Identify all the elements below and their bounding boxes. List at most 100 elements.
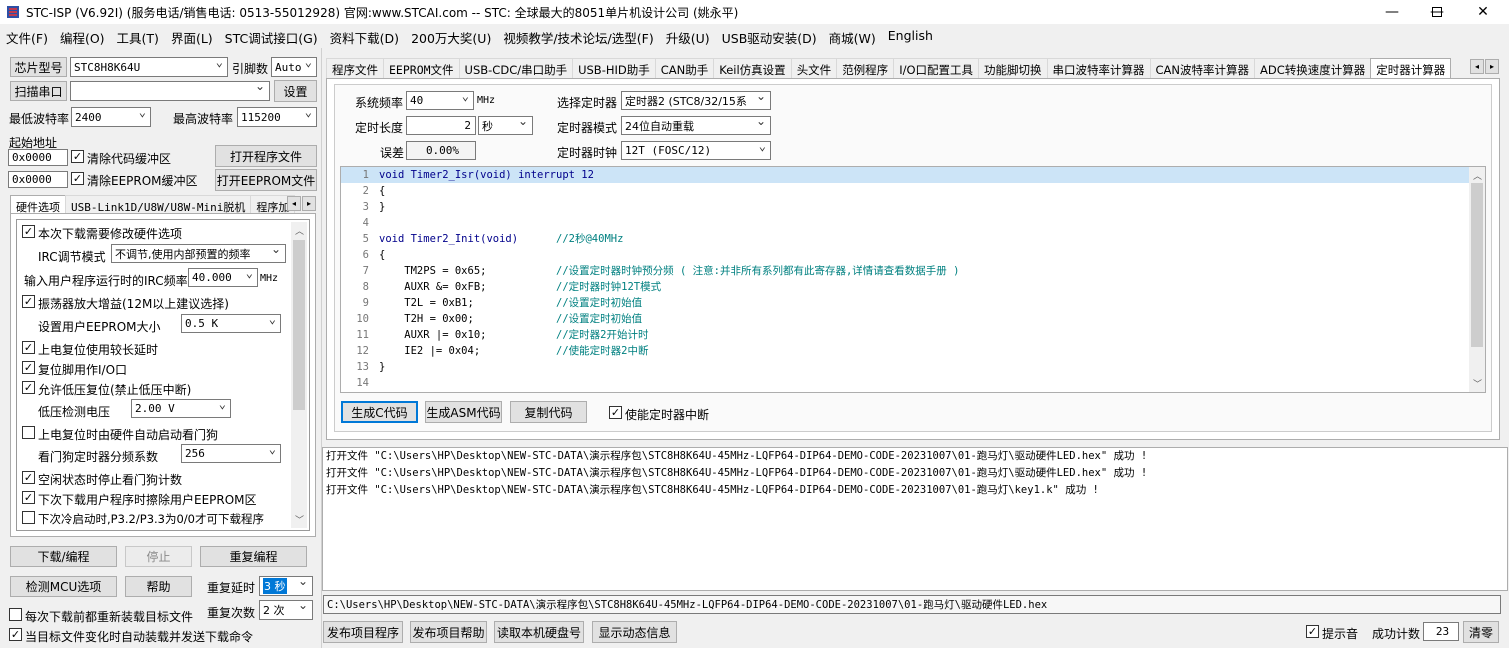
maximize-button[interactable] [1414,0,1460,24]
tab-usb-hid[interactable]: USB-HID助手 [572,58,656,80]
menu-interface[interactable]: 界面(L) [165,26,219,46]
download-program-button[interactable]: 下载/编程 [10,546,117,567]
sound-checkbox[interactable] [1306,625,1319,638]
clear-count-button[interactable]: 清零 [1463,621,1499,643]
settings-button[interactable]: 设置 [274,80,317,102]
scroll-up-icon[interactable]: ︿ [295,224,304,237]
scroll-thumb[interactable] [293,240,305,410]
close-button[interactable]: ✕ [1460,0,1506,24]
menu-video-forum[interactable]: 视频教学/技术论坛/选型(F) [497,26,659,46]
reset-pin-io-checkbox[interactable] [22,361,35,374]
tab-scroll-right-icon[interactable]: ▸ [302,196,316,211]
minimize-button[interactable]: — [1369,0,1415,24]
timer-select[interactable]: 定时器2 (STC8/32/15系 [621,91,771,110]
detect-mcu-options-button[interactable]: 检测MCU选项 [10,576,117,597]
tab-can-helper[interactable]: CAN助手 [654,58,715,80]
menu-downloads[interactable]: 资料下载(D) [324,26,405,46]
scroll-down-icon[interactable]: ﹀ [295,513,304,526]
clear-code-checkbox[interactable] [71,150,84,163]
right-tab-scroll-left-icon[interactable]: ◂ [1470,59,1484,74]
repeat-count-select[interactable]: 2 次 [259,600,313,620]
repeat-delay-select[interactable]: 3 秒 [259,576,313,596]
generate-asm-code-button[interactable]: 生成ASM代码 [425,401,502,423]
open-program-file-button[interactable]: 打开程序文件 [215,145,317,167]
options-scrollbar[interactable]: ︿ ﹀ [291,222,307,528]
irc-mode-select[interactable]: 不调节,使用内部预置的频率 [111,244,286,263]
menu-debug-interface[interactable]: STC调试接口(G) [219,26,324,46]
power-reset-delay-checkbox[interactable] [22,341,35,354]
chip-type-select[interactable]: STC8H8K64U [70,57,228,77]
low-voltage-reset-checkbox[interactable] [22,381,35,394]
menu-usb-driver[interactable]: USB驱动安装(D) [716,26,823,46]
menu-store[interactable]: 商城(W) [823,26,882,46]
right-tab-scroll-right-icon[interactable]: ▸ [1485,59,1499,74]
min-baud-select[interactable]: 2400 [71,107,151,127]
max-baud-select[interactable]: 115200 [237,107,317,127]
menu-file[interactable]: 文件(F) [0,26,54,46]
port-select[interactable] [70,81,270,101]
timer-mode-select[interactable]: 24位自动重载 [621,116,771,135]
auto-watchdog-checkbox[interactable] [22,426,35,439]
code-scroll-up-icon[interactable]: ︿ [1473,169,1482,182]
generated-code-editor[interactable]: 1 void Timer2_Isr(void) interrupt 12 2{3} 4… [340,166,1486,393]
tab-scroll-left-icon[interactable]: ◂ [287,196,301,211]
tab-timer-calc[interactable]: 定时器计算器 [1370,58,1452,80]
menu-program[interactable]: 编程(O) [54,26,111,46]
code-scroll-down-icon[interactable]: ﹀ [1473,377,1482,390]
clear-eeprom-checkbox[interactable] [71,172,84,185]
code-start-address-input[interactable]: 0x0000 [8,149,68,166]
cold-start-condition-checkbox[interactable] [22,511,35,524]
menu-upgrade[interactable]: 升级(U) [660,26,716,46]
timer-length-unit-select[interactable]: 秒 [478,116,533,135]
timer-clock-select[interactable]: 12T (FOSC/12) [621,141,771,160]
tab-usb-cdc[interactable]: USB-CDC/串口助手 [458,58,574,80]
log-line: 打开文件 "C:\Users\HP\Desktop\NEW-STC-DATA\演… [326,484,1099,496]
tab-uart-baud-calc[interactable]: 串口波特率计算器 [1046,58,1151,80]
cold-start-condition-label: 下次冷启动时,P3.2/P3.3为0/0才可下载程序 [38,512,264,526]
reload-each-checkbox[interactable] [9,608,22,621]
menu-tools[interactable]: 工具(T) [111,26,165,46]
eeprom-size-select[interactable]: 0.5 K [181,314,281,333]
erase-eeprom-checkbox[interactable] [22,491,35,504]
tab-program-file[interactable]: 程序文件 [326,58,384,80]
scan-port-button[interactable]: 扫描串口 [10,81,67,101]
code-comment: //设置定时初始值 [556,297,643,309]
lvd-voltage-select[interactable]: 2.00 V [131,399,231,418]
output-log[interactable]: 打开文件 "C:\Users\HP\Desktop\NEW-STC-DATA\演… [322,447,1508,591]
eeprom-start-address-input[interactable]: 0x0000 [8,171,68,188]
code-scroll-thumb[interactable] [1471,183,1483,347]
menu-english[interactable]: English [882,26,939,46]
show-dynamic-info-button[interactable]: 显示动态信息 [592,621,677,643]
tab-adc-speed-calc[interactable]: ADC转换速度计算器 [1254,58,1372,80]
code-text: AUXR |= 0x10; //定时器2开始计时 [375,327,648,343]
copy-code-button[interactable]: 复制代码 [510,401,587,423]
tab-examples[interactable]: 范例程序 [836,58,895,80]
code-scrollbar[interactable]: ︿ ﹀ [1469,167,1485,392]
tab-keil-sim[interactable]: Keil仿真设置 [713,58,792,80]
menu-prize[interactable]: 200万大奖(U) [405,26,497,46]
enable-timer-interrupt-checkbox[interactable] [609,406,622,419]
read-disk-id-button[interactable]: 读取本机硬盘号 [494,621,584,643]
auto-send-checkbox[interactable] [9,628,22,641]
help-button[interactable]: 帮助 [125,576,192,597]
publish-project-button[interactable]: 发布项目程序 [323,621,403,643]
tab-can-baud-calc[interactable]: CAN波特率计算器 [1149,58,1256,80]
pins-select[interactable]: Auto [271,57,317,77]
tab-eeprom-file[interactable]: EEPROM文件 [383,58,460,80]
system-frequency-select[interactable]: 40 [406,91,474,110]
watchdog-prescaler-select[interactable]: 256 [181,444,281,463]
osc-gain-checkbox[interactable] [22,295,35,308]
tab-pin-switch[interactable]: 功能脚切换 [978,58,1048,80]
stop-button[interactable]: 停止 [125,546,192,567]
irc-frequency-select[interactable]: 40.000 [188,268,258,287]
open-eeprom-file-button[interactable]: 打开EEPROM文件 [215,169,317,191]
idle-stop-watchdog-checkbox[interactable] [22,471,35,484]
generate-c-code-button[interactable]: 生成C代码 [341,401,418,423]
modify-hw-options-checkbox[interactable] [22,225,35,238]
repeat-program-button[interactable]: 重复编程 [200,546,307,567]
tab-header-file[interactable]: 头文件 [790,58,838,80]
publish-help-button[interactable]: 发布项目帮助 [410,621,487,643]
timer-length-input[interactable]: 2 [406,116,476,135]
tab-io-config[interactable]: I/O口配置工具 [893,58,980,80]
close-icon: ✕ [1477,4,1489,20]
